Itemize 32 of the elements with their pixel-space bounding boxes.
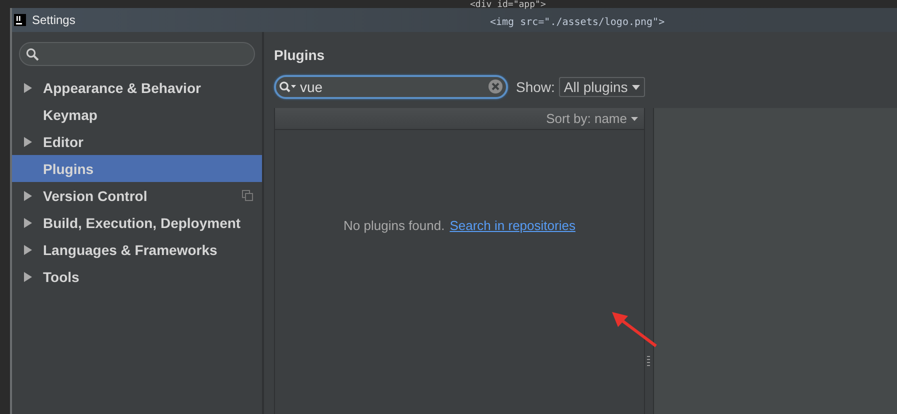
search-field[interactable] [19, 42, 255, 66]
tree-item[interactable]: Appearance & Behavior [12, 74, 262, 101]
sort-dropdown[interactable]: Sort by: name [546, 111, 638, 126]
expand-arrow-icon[interactable] [24, 190, 32, 200]
empty-message: No plugins found. [344, 218, 445, 232]
code-line: <img src="./assets/logo.png"> [490, 17, 665, 28]
search-icon [279, 81, 297, 93]
tree-item[interactable]: Tools [12, 263, 262, 290]
caret-icon [632, 84, 640, 90]
clear-icon[interactable] [488, 79, 503, 94]
tree-item[interactable]: Languages & Frameworks [12, 236, 262, 263]
tree-item[interactable]: Editor [12, 128, 262, 155]
search-icon [26, 48, 39, 60]
expand-arrow-icon[interactable] [24, 218, 32, 228]
page-title: Plugins [274, 47, 326, 63]
show-dropdown[interactable]: All plugins [558, 77, 645, 97]
code-line: <div id="app"> [470, 0, 546, 10]
expand-arrow-icon[interactable] [24, 82, 32, 92]
splitter-handle[interactable] [647, 356, 650, 368]
show-label: Show: [516, 79, 555, 95]
tree-item[interactable]: Version Control [12, 182, 262, 209]
expand-arrow-icon[interactable] [24, 136, 32, 146]
window-title: Settings [32, 13, 76, 27]
expand-arrow-icon[interactable] [24, 244, 32, 254]
search-repositories-link[interactable]: Search in repositories [450, 218, 576, 232]
tree-item[interactable]: Build, Execution, Deployment [12, 209, 262, 236]
search-field[interactable]: vue [274, 75, 508, 99]
app-logo-icon [14, 14, 26, 26]
expand-arrow-icon[interactable] [24, 272, 32, 282]
caret-icon [631, 116, 638, 120]
annotation-arrow [612, 312, 658, 348]
tree-item[interactable]: Keymap [12, 101, 262, 128]
